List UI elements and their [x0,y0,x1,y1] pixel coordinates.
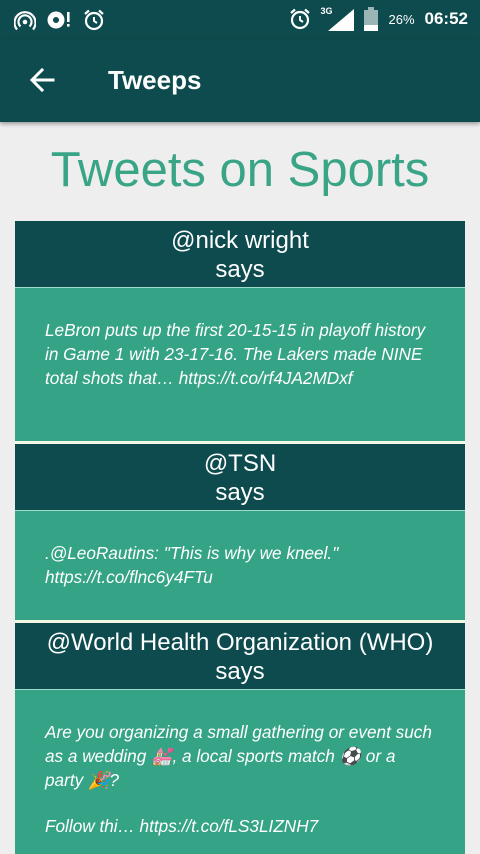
tweet-handle: @TSN [203,450,277,477]
tweet-body[interactable]: .@LeoRautins: "This is why we kneel." ht… [15,510,465,620]
alarm-icon [84,9,104,31]
app-bar-title: Tweeps [108,65,202,95]
says-label: says [215,479,265,506]
clock: 06:52 [424,9,468,28]
signal-icon [328,9,355,31]
hotspot-icon [14,11,36,31]
tweet-header: @nick wright says [15,221,465,287]
tweet-handle: @World Health Organization (WHO) [46,629,434,656]
page-title: Tweets on Sports [50,143,430,197]
tweet-handle: @nick wright [171,227,309,254]
notification-icons [14,8,106,32]
alarm-icon [290,8,311,30]
system-icons: 3G 26% 06:52 [288,6,468,32]
status-bar: 3G 26% 06:52 [0,0,480,40]
tweet-body[interactable]: LeBron puts up the first 20-15-15 in pla… [15,287,465,441]
battery-icon [364,7,379,31]
tweet-text: Are you organizing a small gathering or … [45,722,432,790]
tweet-text: LeBron puts up the first 20-15-15 in pla… [45,320,426,388]
record-alert-icon [47,11,70,29]
tweet-text-continued: Follow thi… https://t.co/fLS3LIZNH7 [45,816,319,836]
back-arrow-icon [29,67,55,93]
back-button[interactable] [20,58,64,102]
app-bar: Tweeps [0,40,480,122]
tweet-header: @TSN says [15,444,465,510]
says-label: says [215,256,265,283]
says-label: says [215,658,265,685]
signal-indicator: 3G [320,6,355,32]
battery-percent: 26% [388,11,415,27]
tweet-body[interactable]: Are you organizing a small gathering or … [15,689,465,854]
tweet-header: @World Health Organization (WHO) says [15,623,465,689]
tweet-text: .@LeoRautins: "This is why we kneel." ht… [45,543,339,587]
